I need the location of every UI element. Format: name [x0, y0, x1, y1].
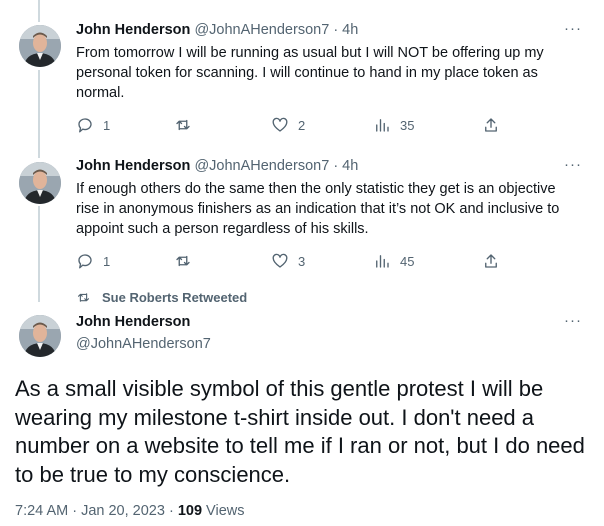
author-handle[interactable]: @JohnAHenderson7 [194, 22, 329, 38]
reply-icon [78, 254, 92, 269]
tweet-header: John Henderson @JohnAHenderson7 · 4h [76, 158, 358, 174]
avatar-photo [19, 315, 61, 357]
avatar[interactable] [19, 25, 61, 67]
tweet-time[interactable]: · 4h [333, 158, 358, 174]
share-icon [485, 254, 497, 268]
tweet-header: John Henderson @JohnAHenderson7 · 4h [76, 22, 358, 38]
retweet-button[interactable] [174, 116, 201, 134]
like-icon [272, 117, 288, 132]
tweet-time[interactable]: · 4h [333, 22, 358, 38]
author-name[interactable]: John Henderson [76, 314, 190, 330]
views-label: Views [202, 503, 245, 519]
share-button[interactable] [482, 252, 500, 270]
views-button[interactable]: 45 [373, 252, 414, 270]
thread-line [38, 206, 40, 302]
tweet-actions: 1 2 35 [76, 116, 516, 136]
share-icon [485, 118, 497, 132]
reply-count: 1 [103, 253, 111, 269]
author-name[interactable]: John Henderson [76, 22, 190, 38]
avatar-photo [19, 162, 61, 204]
retweet-icon [176, 255, 190, 267]
retweet-icon [176, 119, 190, 131]
retweet-icon [77, 293, 90, 302]
like-button[interactable]: 2 [271, 116, 305, 134]
thread-line [38, 70, 40, 158]
reply-button[interactable]: 1 [76, 116, 110, 134]
like-icon [272, 253, 288, 268]
like-count: 3 [298, 253, 306, 269]
views-count: 35 [400, 117, 415, 133]
tweet-meta: 7:24 AM · Jan 20, 2023 · 109 Views [15, 503, 244, 519]
tweet-text: If enough others do the same then the on… [76, 181, 560, 237]
like-button[interactable]: 3 [271, 252, 305, 270]
tweet-actions: 1 3 45 [76, 252, 516, 272]
views-button[interactable]: 35 [373, 116, 414, 134]
retweeted-banner[interactable]: Sue Roberts Retweeted [76, 290, 247, 305]
tweet-timestamp[interactable]: 7:24 AM · Jan 20, 2023 · [15, 503, 178, 519]
more-icon[interactable]: ··· [564, 156, 582, 173]
main-tweet-text: As a small visible symbol of this gentle… [15, 376, 585, 487]
reply-icon [78, 118, 92, 133]
views-count: 45 [400, 253, 415, 269]
avatar[interactable] [19, 162, 61, 204]
retweet-button[interactable] [174, 252, 201, 270]
views-icon [376, 255, 389, 268]
like-count: 2 [298, 117, 306, 133]
thread-line [38, 0, 40, 22]
views-icon [376, 119, 389, 132]
author-name[interactable]: John Henderson [76, 158, 190, 174]
avatar-photo [19, 25, 61, 67]
author-handle[interactable]: @JohnAHenderson7 [76, 336, 211, 352]
avatar[interactable] [19, 315, 61, 357]
reply-count: 1 [103, 117, 111, 133]
more-icon[interactable]: ··· [564, 20, 582, 37]
tweet-text: From tomorrow I will be running as usual… [76, 45, 544, 101]
author-handle[interactable]: @JohnAHenderson7 [194, 158, 329, 174]
reply-button[interactable]: 1 [76, 252, 110, 270]
retweeted-by-label: Sue Roberts Retweeted [102, 290, 248, 305]
more-icon[interactable]: ··· [564, 312, 582, 329]
share-button[interactable] [482, 116, 500, 134]
view-count: 109 [177, 503, 203, 519]
